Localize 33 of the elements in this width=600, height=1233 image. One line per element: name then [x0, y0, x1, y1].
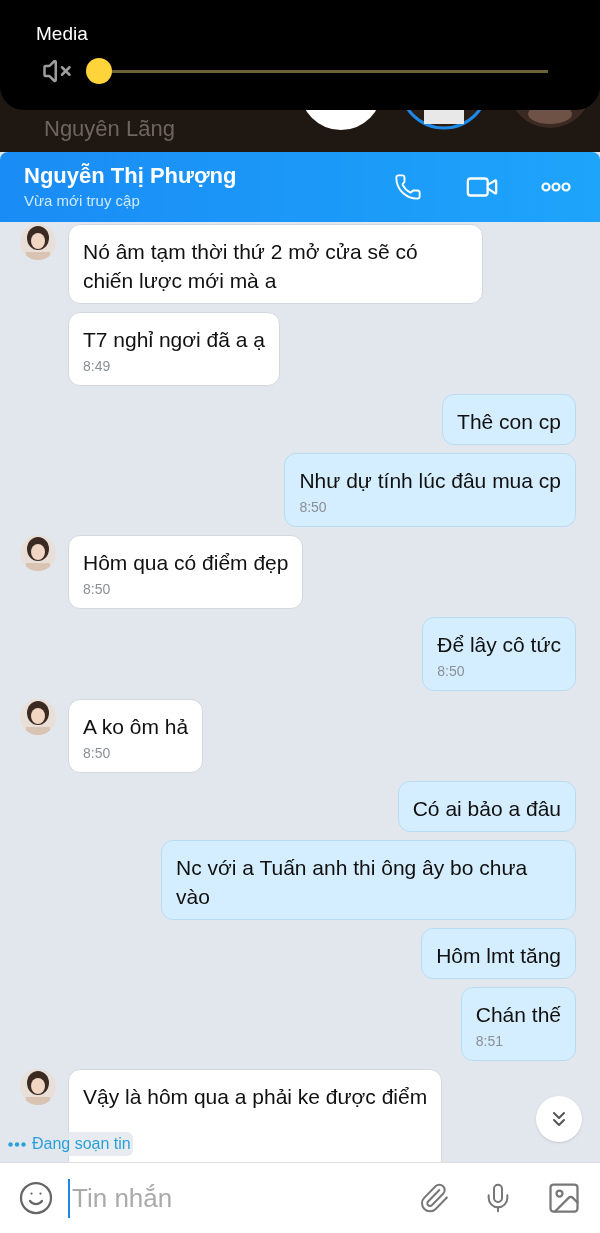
message-time: 8:50	[83, 744, 112, 763]
typing-indicator: Đang soạn tin	[32, 1134, 131, 1154]
slider-thumb[interactable]	[86, 58, 112, 84]
message-text: Thê con cp	[457, 409, 561, 435]
message-time: 8:50	[83, 580, 112, 599]
message-time: 8:50	[299, 498, 328, 517]
message-text: Nó âm tạm thời thứ 2 mở cửa sẽ có chiến lược mới mà a	[83, 239, 419, 294]
message-text: A ko ôm hả	[83, 714, 189, 740]
paperclip-icon[interactable]	[418, 1182, 450, 1214]
image-icon[interactable]	[546, 1180, 582, 1216]
message-composer[interactable]: Tin nhắn	[0, 1162, 600, 1233]
message-text: Chán thế	[475, 1002, 561, 1028]
contact-status: Vừa mới truy cập	[24, 190, 141, 211]
scroll-down-button[interactable]	[536, 1096, 582, 1142]
more-icon	[541, 182, 571, 192]
message-text: Nc với a Tuấn anh thi ông ây bo chưa vào	[176, 855, 529, 910]
message-time: 8:51	[475, 1032, 504, 1051]
message-text: T7 nghỉ ngơi đã a ạ	[83, 327, 265, 353]
message-text: Như dự tính lúc đâu mua cp	[299, 468, 561, 494]
typing-dots-icon	[8, 1141, 26, 1147]
sticker-icon[interactable]	[18, 1180, 54, 1216]
message-text: Để lây cô tức	[437, 632, 561, 658]
contact-name: Nguyên Lãng	[44, 115, 175, 143]
message-text: Hôm lmt tăng	[436, 943, 561, 969]
message-text: Có ai bảo a đâu	[412, 796, 561, 822]
contact-name: Nguyễn Thị Phượng	[24, 162, 238, 190]
message-time: 8:49	[83, 357, 112, 376]
message-text: Hôm qua có điểm đẹp	[83, 550, 289, 576]
phone-icon	[394, 173, 422, 201]
message-text: Vậy là hôm qua a phải ke được điểm	[83, 1084, 428, 1110]
volume-slider[interactable]	[86, 58, 548, 84]
volume-title: Media	[36, 22, 88, 46]
message-time: 8:50	[437, 662, 466, 681]
